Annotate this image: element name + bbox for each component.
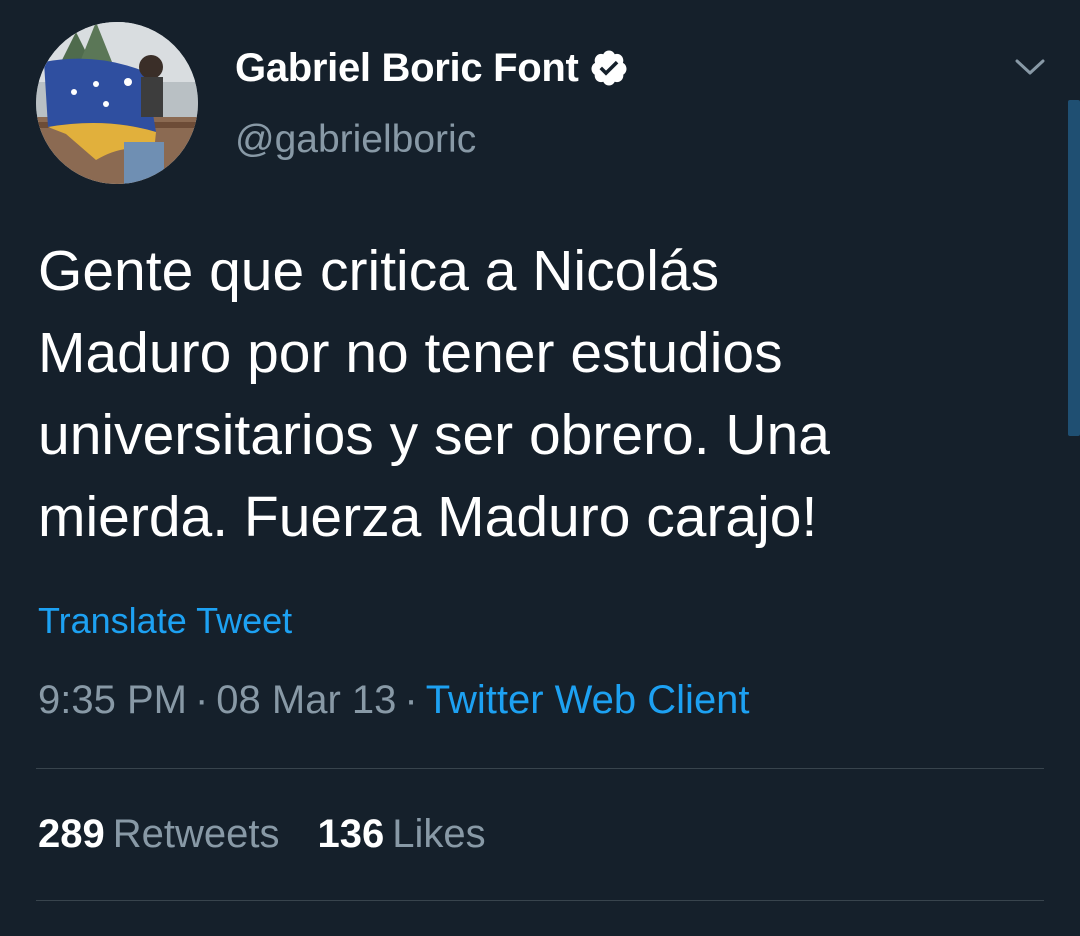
- verified-badge-icon: [589, 48, 629, 88]
- tweet-stats: 289 Retweets 136 Likes: [38, 812, 486, 857]
- retweets-count: 289: [38, 812, 105, 856]
- tweet-text-line: Maduro por no tener estudios: [38, 321, 783, 385]
- tweet-source-link[interactable]: Twitter Web Client: [426, 678, 750, 722]
- tweet-menu-button[interactable]: [1008, 50, 1052, 84]
- retweets-stat[interactable]: 289 Retweets: [38, 812, 280, 857]
- likes-stat[interactable]: 136 Likes: [318, 812, 486, 857]
- avatar[interactable]: [36, 22, 198, 184]
- divider: [36, 900, 1044, 901]
- chevron-down-icon: [1015, 59, 1045, 75]
- avatar-image: [36, 22, 198, 184]
- tweet-text: Gente que critica a Nicolás Maduro por n…: [38, 230, 1048, 558]
- likes-count: 136: [317, 812, 385, 856]
- tweet-text-line: Gente que critica a Nicolás: [38, 239, 720, 303]
- likes-label: Likes: [392, 812, 486, 856]
- meta-separator: ·: [194, 678, 209, 722]
- author-name-row[interactable]: Gabriel Boric Font: [235, 42, 629, 94]
- tweet-date[interactable]: 08 Mar 13: [216, 678, 396, 722]
- tweet-detail: Gabriel Boric Font @gabrielboric Gente q…: [0, 0, 1080, 936]
- display-name[interactable]: Gabriel Boric Font: [235, 46, 579, 91]
- retweets-label: Retweets: [112, 812, 280, 856]
- divider: [36, 768, 1044, 769]
- handle[interactable]: @gabrielboric: [235, 118, 476, 162]
- scrollbar[interactable]: [1068, 100, 1080, 436]
- tweet-meta: 9:35 PM · 08 Mar 13 · Twitter Web Client: [38, 678, 750, 723]
- tweet-text-line: universitarios y ser obrero. Una: [38, 403, 830, 467]
- tweet-time[interactable]: 9:35 PM: [38, 678, 187, 722]
- tweet-text-line: mierda. Fuerza Maduro carajo!: [38, 485, 818, 549]
- meta-separator: ·: [404, 678, 418, 722]
- translate-tweet-link[interactable]: Translate Tweet: [38, 600, 292, 642]
